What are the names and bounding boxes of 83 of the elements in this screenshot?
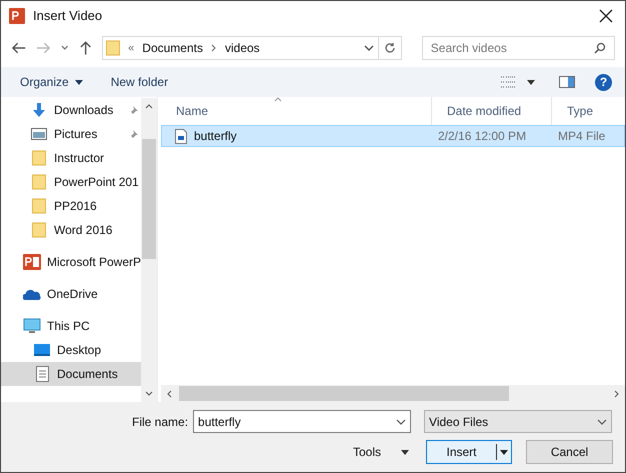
address-bar[interactable]: « Documents videos bbox=[102, 36, 379, 60]
nav-item[interactable]: Microsoft PowerP bbox=[1, 250, 141, 274]
folder-icon bbox=[32, 222, 46, 238]
refresh-icon bbox=[384, 42, 396, 54]
scroll-left-icon[interactable] bbox=[167, 390, 172, 398]
scrollbar-thumb[interactable] bbox=[179, 386, 509, 401]
up-arrow-icon[interactable] bbox=[78, 40, 92, 56]
nav-item[interactable]: OneDrive bbox=[1, 282, 141, 306]
scroll-up-icon[interactable] bbox=[145, 104, 153, 109]
file-type-dropdown[interactable]: Video Files bbox=[424, 410, 612, 433]
file-type: MP4 File bbox=[557, 128, 606, 145]
nav-item[interactable]: PowerPoint 201 bbox=[1, 170, 141, 194]
document-icon bbox=[36, 366, 48, 382]
horizontal-scrollbar[interactable] bbox=[161, 385, 625, 402]
dropdown-chevron-icon[interactable] bbox=[364, 45, 374, 51]
nav-item[interactable]: This PC bbox=[1, 314, 141, 338]
nav-item[interactable]: PP2016 bbox=[1, 194, 141, 218]
chevron-icon[interactable] bbox=[61, 45, 69, 51]
nav-item[interactable]: Desktop bbox=[1, 338, 141, 362]
folder-icon bbox=[32, 174, 46, 190]
nav-label: PP2016 bbox=[54, 198, 97, 215]
scroll-down-icon[interactable] bbox=[145, 391, 153, 396]
caret-icon bbox=[500, 450, 508, 454]
organize-button[interactable]: Organize bbox=[20, 73, 83, 91]
file-name-input[interactable]: butterfly bbox=[198, 412, 396, 430]
presentation-app-icon bbox=[23, 254, 41, 270]
nav-label: OneDrive bbox=[47, 286, 98, 303]
vertical-scrollbar[interactable] bbox=[141, 98, 157, 402]
nav-label: Instructor bbox=[54, 150, 104, 167]
new-folder-button[interactable]: New folder bbox=[110, 73, 168, 91]
search-input[interactable]: Search videos bbox=[430, 39, 594, 57]
nav-label: This PC bbox=[47, 318, 90, 335]
video-file-icon bbox=[175, 128, 187, 144]
column-header[interactable]: Type bbox=[552, 97, 625, 125]
scrollbar-thumb[interactable] bbox=[142, 139, 156, 259]
search-icon bbox=[594, 42, 606, 54]
dropdown-chevron-icon bbox=[396, 418, 406, 424]
search-field[interactable]: Search videos bbox=[422, 36, 616, 60]
nav-label: Documents bbox=[57, 366, 118, 383]
back-arrow-icon[interactable] bbox=[11, 41, 26, 55]
file-row[interactable]: butterfly 2/2/16 12:00 PM MP4 File bbox=[161, 125, 625, 147]
help-button[interactable]: ? bbox=[595, 74, 612, 90]
nav-label: Pictures bbox=[54, 126, 98, 143]
nav-item[interactable]: Downloads bbox=[1, 98, 141, 122]
monitor-icon bbox=[23, 318, 41, 334]
nav-item[interactable]: Word 2016 bbox=[1, 218, 141, 242]
folder-icon bbox=[32, 150, 46, 166]
preview-pane-icon[interactable] bbox=[559, 76, 575, 88]
file-date: 2/2/16 12:00 PM bbox=[437, 128, 528, 145]
cancel-button[interactable]: Cancel bbox=[526, 440, 614, 464]
file-name-field[interactable]: butterfly bbox=[193, 410, 412, 433]
insert-button[interactable]: Insert bbox=[426, 440, 512, 464]
desktop-icon bbox=[34, 343, 50, 357]
nav-item[interactable]: Pictures bbox=[1, 122, 141, 146]
overflow-chevron-icon[interactable]: « bbox=[128, 40, 134, 56]
nav-label: Desktop bbox=[57, 342, 102, 359]
app-icon bbox=[9, 8, 25, 24]
nav-item[interactable]: Instructor bbox=[1, 146, 141, 170]
down-arrow-icon bbox=[31, 102, 47, 118]
tools-button[interactable]: Tools bbox=[353, 443, 410, 461]
refresh-button[interactable] bbox=[379, 36, 402, 60]
nav-label: Word 2016 bbox=[54, 222, 112, 239]
breadcrumb[interactable]: videos bbox=[224, 39, 260, 57]
nav-item[interactable]: Documents bbox=[1, 362, 141, 386]
folder-icon bbox=[32, 198, 46, 214]
nav-label: Downloads bbox=[54, 102, 114, 119]
nav-label: Microsoft PowerP bbox=[47, 254, 141, 271]
caret-icon bbox=[74, 80, 83, 84]
caret-icon bbox=[401, 450, 410, 454]
window-title: Insert Video bbox=[33, 7, 102, 26]
file-name: butterfly bbox=[194, 128, 237, 145]
close-icon[interactable] bbox=[599, 9, 613, 23]
view-list-icon[interactable] bbox=[501, 76, 517, 88]
dropdown-chevron-icon bbox=[597, 418, 608, 424]
cloud-icon bbox=[23, 288, 41, 300]
breadcrumb[interactable]: Documents bbox=[142, 39, 203, 57]
breadcrumb-chevron-icon[interactable] bbox=[210, 44, 217, 52]
caret-icon[interactable] bbox=[527, 80, 535, 84]
folder-icon bbox=[106, 40, 120, 56]
picture-icon bbox=[31, 127, 47, 141]
scroll-right-icon[interactable] bbox=[614, 390, 619, 398]
nav-label: PowerPoint 201 bbox=[54, 174, 139, 191]
file-name-label: File name: bbox=[132, 414, 188, 430]
